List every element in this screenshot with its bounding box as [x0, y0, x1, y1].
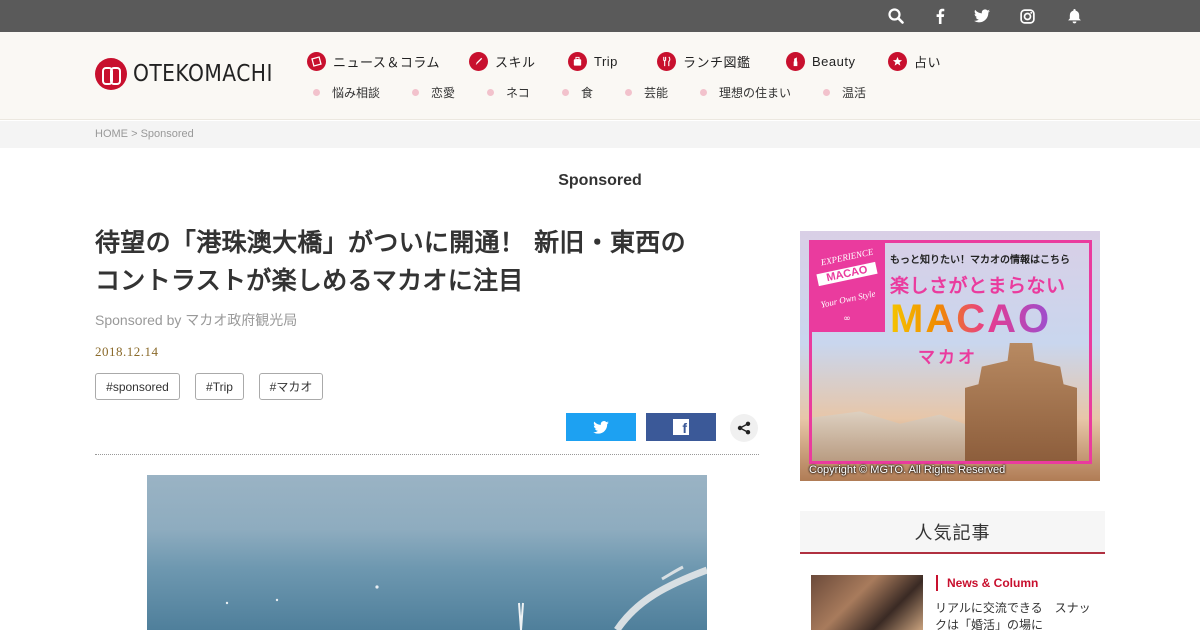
article-date: 2018.12.14 — [95, 344, 159, 359]
subnav-label: 温活 — [842, 85, 867, 100]
facebook-share-button[interactable]: f — [646, 413, 716, 441]
macao-ad-banner[interactable]: EXPERIENCE MACAO Your Own Style ∞ もっと知りた… — [800, 231, 1100, 481]
subnav-label: ネコ — [506, 85, 530, 100]
bridge-illustration — [225, 565, 707, 630]
breadcrumb-separator: > — [131, 128, 138, 140]
star-icon — [888, 51, 907, 71]
article-title-line: コントラストが楽しめるマカオに注目 — [95, 266, 524, 295]
nav-item-skill[interactable]: スキル — [469, 51, 536, 71]
popular-thumbnail[interactable] — [811, 575, 923, 630]
subnav-label: 理想の住まい — [719, 85, 792, 100]
bullet-dot-icon — [625, 88, 632, 96]
nav-item-lunch[interactable]: ランチ図鑑 — [657, 51, 751, 71]
nav-item-beauty[interactable]: Beauty — [786, 51, 855, 71]
news-icon — [307, 51, 326, 71]
nav-item-trip[interactable]: Trip — [568, 51, 618, 71]
facebook-icon: f — [673, 419, 689, 436]
ad-subheadline: マカオ — [918, 348, 978, 368]
ad-note: もっと知りたい！マカオの情報はこちら — [890, 255, 1070, 266]
breadcrumb: HOME > Sponsored — [95, 128, 194, 140]
bullet-dot-icon — [823, 88, 830, 96]
divider — [95, 454, 759, 455]
subnav-item[interactable]: ネコ — [487, 84, 530, 100]
bullet-dot-icon — [313, 88, 320, 96]
breadcrumb-bar: HOME > Sponsored — [0, 121, 1200, 148]
fork-icon — [657, 51, 676, 71]
nav-label: 占い — [914, 54, 942, 70]
nav-label: Trip — [594, 53, 618, 69]
bullet-dot-icon — [412, 88, 419, 96]
subnav-item[interactable]: 食 — [562, 84, 593, 100]
share-more-button[interactable] — [730, 414, 758, 442]
suitcase-icon — [568, 51, 587, 71]
facebook-icon[interactable] — [925, 0, 955, 32]
subnav-label: 芸能 — [644, 85, 669, 100]
popular-title[interactable]: リアルに交流できる スナックは「婚活」の場に — [935, 600, 1095, 630]
subnav-item[interactable]: 芸能 — [625, 84, 668, 100]
nav-item-news[interactable]: ニュース＆コラム — [307, 51, 440, 71]
nav-label: ニュース＆コラム — [333, 54, 440, 70]
hero-image — [147, 475, 707, 630]
article-byline: Sponsored by マカオ政府観光局 — [95, 312, 298, 328]
bullet-dot-icon — [487, 88, 494, 96]
breadcrumb-current: Sponsored — [140, 128, 194, 140]
bullet-dot-icon — [700, 88, 707, 96]
twitter-share-button[interactable] — [566, 413, 636, 441]
site-header: OTEKOMACHI ニュース＆コラム スキル Trip ランチ図鑑 Beaut… — [0, 32, 1200, 120]
subnav-item[interactable]: 温活 — [823, 84, 866, 100]
tag-sponsored[interactable]: #sponsored — [95, 373, 180, 400]
logo-text: OTEKOMACHI — [133, 61, 273, 87]
subnav-label: 恋愛 — [431, 85, 456, 100]
article-title-line: 待望の「港珠澳大橋」がついに開通！ 新旧・東西の — [95, 228, 686, 257]
twitter-icon[interactable] — [967, 0, 997, 32]
nav-label: スキル — [495, 54, 536, 70]
nav-label: ランチ図鑑 — [683, 54, 751, 70]
popular-heading: 人気記事 — [800, 511, 1105, 554]
subnav-item[interactable]: 恋愛 — [412, 84, 455, 100]
subnav-label: 悩み相談 — [332, 85, 381, 100]
site-logo[interactable]: OTEKOMACHI — [95, 58, 292, 90]
subnav-label: 食 — [581, 85, 594, 100]
twitter-icon — [593, 420, 609, 434]
bell-icon[interactable] — [1059, 0, 1089, 32]
article-title: 待望の「港珠澳大橋」がついに開通！ 新旧・東西の コントラストが楽しめるマカオに… — [95, 224, 765, 300]
pencil-icon — [469, 51, 488, 71]
nav-item-fortune[interactable]: 占い — [888, 51, 941, 71]
instagram-icon[interactable] — [1012, 0, 1042, 32]
ad-catch-copy: 楽しさがとまらない — [890, 275, 1066, 297]
logo-mark-icon — [95, 58, 127, 90]
subnav-item[interactable]: 理想の住まい — [700, 84, 791, 100]
bullet-dot-icon — [562, 88, 569, 96]
search-icon[interactable] — [881, 0, 911, 32]
nav-label: Beauty — [812, 53, 856, 69]
subnav-item[interactable]: 悩み相談 — [313, 84, 380, 100]
popular-category[interactable]: News & Column — [936, 575, 1038, 591]
lipstick-icon — [786, 51, 805, 71]
ad-copyright: Copyright © MGTO. All Rights Reserved — [809, 464, 1006, 476]
tag-macao[interactable]: #マカオ — [259, 373, 323, 400]
ad-headline: MACAO — [890, 297, 1052, 341]
section-label: Sponsored — [558, 172, 642, 189]
breadcrumb-home[interactable]: HOME — [95, 128, 128, 140]
top-utility-bar — [0, 0, 1200, 32]
tag-trip[interactable]: #Trip — [195, 373, 244, 400]
share-icon — [737, 421, 751, 435]
